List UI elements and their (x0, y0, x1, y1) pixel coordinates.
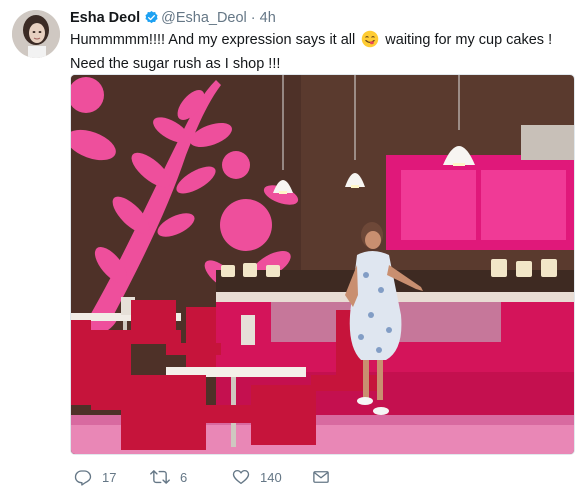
retweet-button[interactable]: 6 (150, 466, 187, 488)
tweet-header: Esha Deol @Esha_Deol · 4h (70, 9, 276, 30)
cake-shop-photo (71, 75, 574, 454)
like-count: 140 (260, 469, 282, 485)
tweet-text: Hummmmm!!!! And my expression says it al… (70, 30, 570, 74)
retweet-icon (150, 470, 170, 484)
verified-badge-icon (144, 10, 159, 30)
envelope-icon (313, 471, 329, 483)
tweet-photo[interactable] (70, 74, 575, 455)
like-button[interactable]: 140 (232, 466, 282, 488)
tweet-text-line1-start: Hummmmm!!!! And my expression says it al… (70, 32, 360, 48)
reply-count: 17 (102, 469, 117, 485)
tweet-timestamp[interactable]: 4h (260, 10, 276, 26)
heart-icon (232, 469, 250, 485)
retweet-count: 6 (180, 469, 188, 485)
avatar-image (12, 10, 60, 58)
tweet-text-line1-end: waiting for my cup cakes ! (381, 32, 553, 48)
tweet-card[interactable]: Esha Deol @Esha_Deol · 4h Hummmmm!!!! And… (0, 0, 588, 495)
avatar[interactable] (12, 10, 60, 58)
savoring-face-icon (361, 30, 379, 54)
author-handle[interactable]: @Esha_Deol (161, 10, 247, 26)
reply-button[interactable]: 17 (74, 466, 116, 488)
tweet-actions: 17 6 140 (70, 466, 570, 488)
reply-icon (74, 470, 92, 486)
meta-separator: · (250, 10, 256, 26)
direct-message-button[interactable] (312, 466, 340, 488)
tweet-text-line2: Need the sugar rush as I shop !!! (70, 56, 281, 72)
author-name[interactable]: Esha Deol (70, 10, 140, 26)
